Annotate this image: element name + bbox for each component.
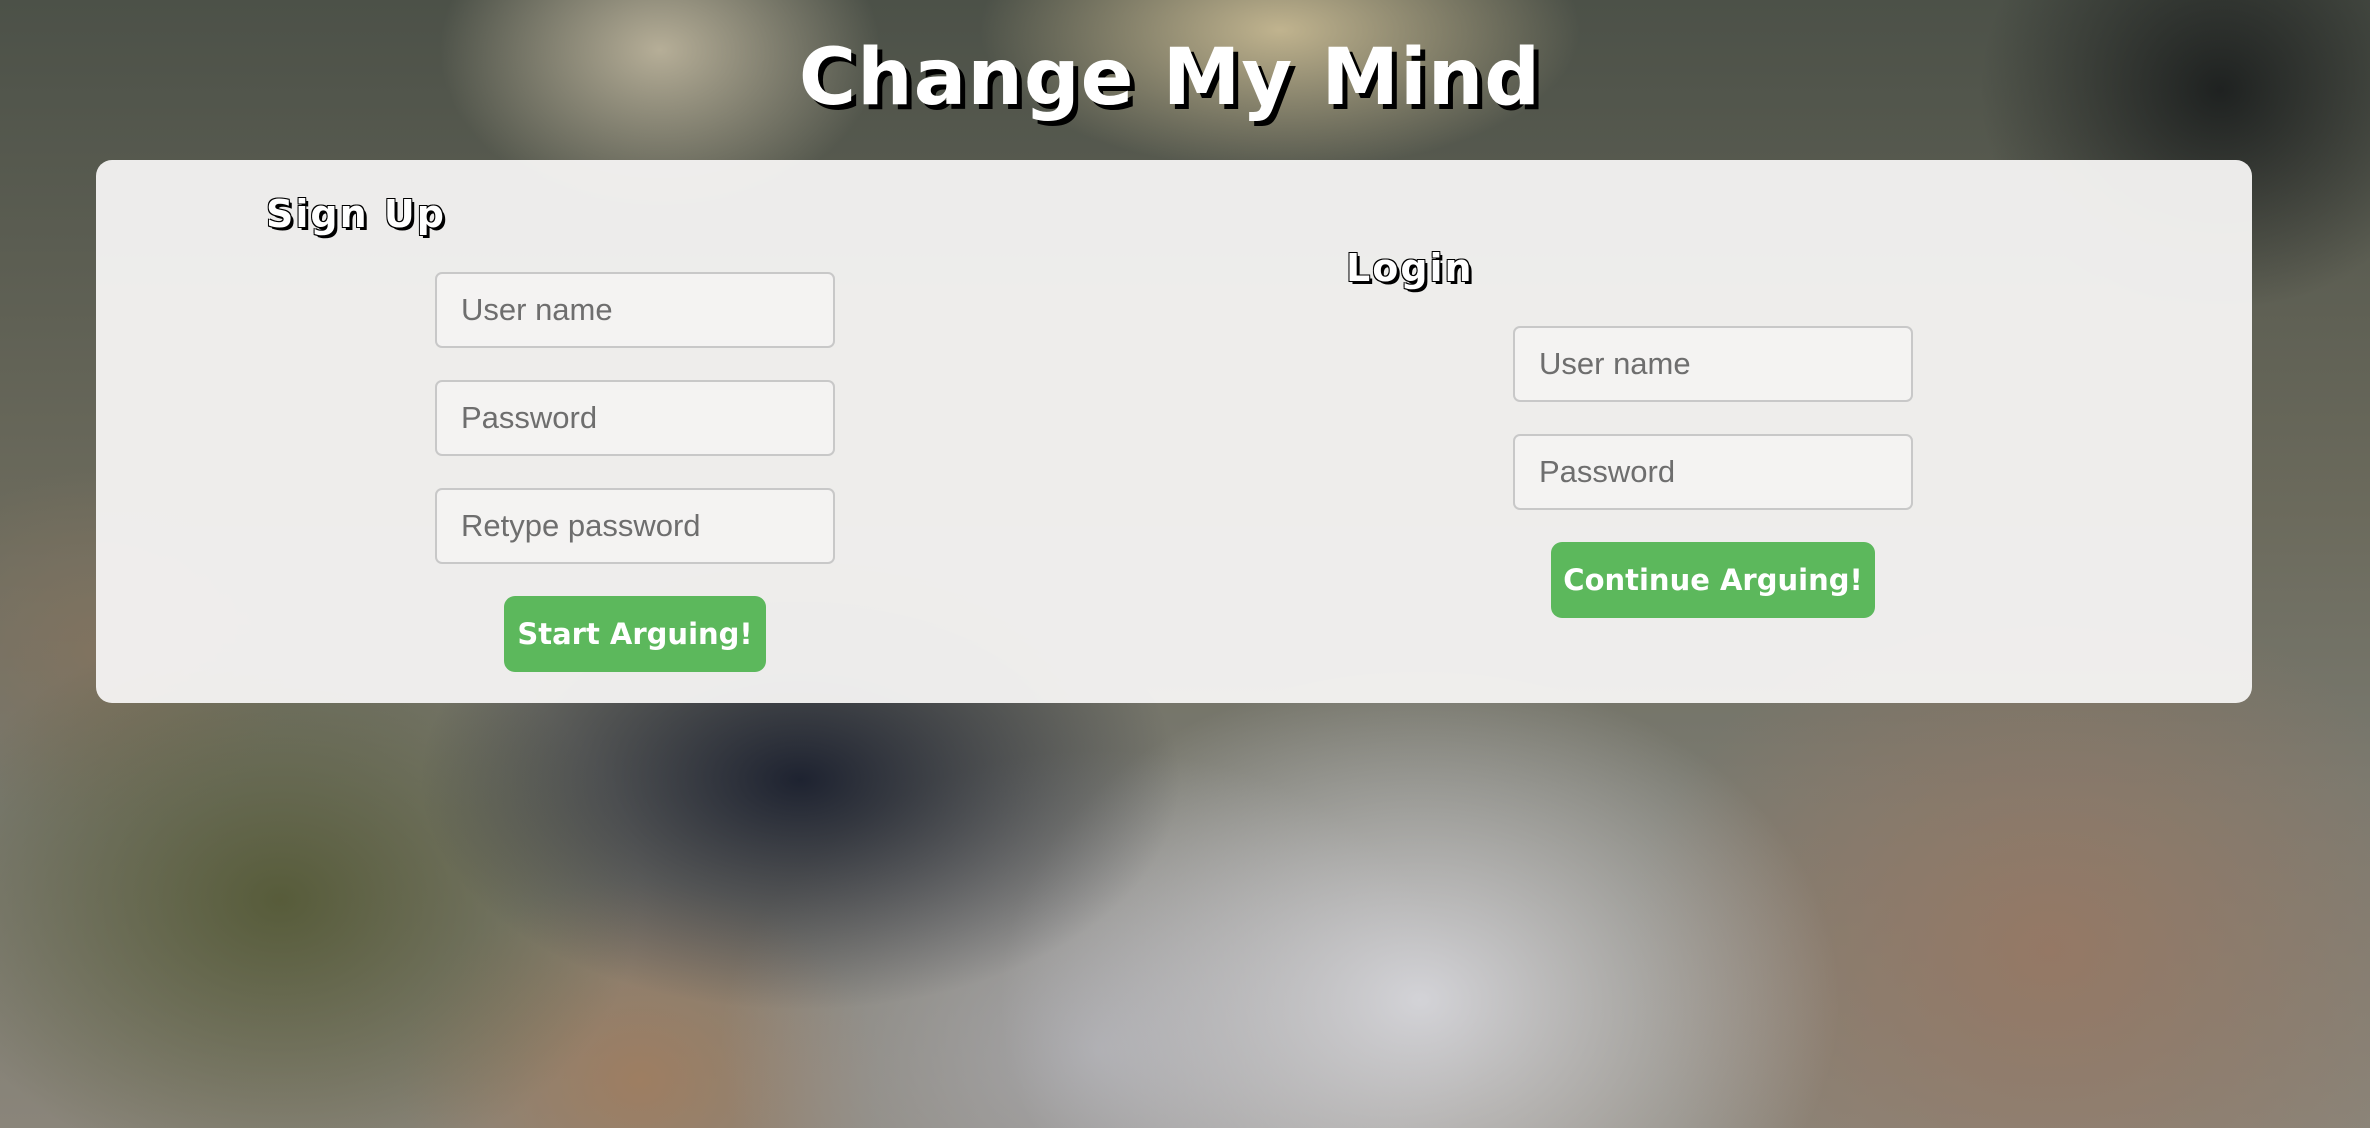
page-title: Change My Mind xyxy=(798,33,1542,123)
login-username-input[interactable] xyxy=(1513,326,1913,402)
continue-arguing-button[interactable]: Continue Arguing! xyxy=(1551,542,1875,618)
signup-heading: Sign Up xyxy=(266,192,446,236)
signup-password-input[interactable] xyxy=(435,380,835,456)
login-password-input[interactable] xyxy=(1513,434,1913,510)
signup-username-input[interactable] xyxy=(435,272,835,348)
signup-retype-password-input[interactable] xyxy=(435,488,835,564)
start-arguing-button[interactable]: Start Arguing! xyxy=(504,596,766,672)
auth-card: Sign Up Start Arguing! Login Continue Ar… xyxy=(96,160,2252,703)
login-heading: Login xyxy=(1346,246,1474,290)
